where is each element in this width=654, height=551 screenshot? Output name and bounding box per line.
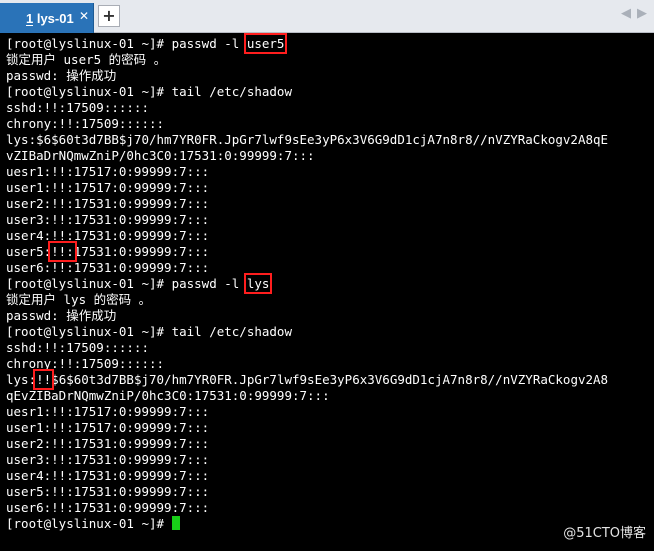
terminal-text: passwd: 操作成功 [6,68,117,83]
terminal-line: chrony:!!:17509:::::: [6,116,650,132]
new-tab-button[interactable]: + [98,5,120,27]
terminal-text-tail: 17531:0:99999:7::: [73,244,210,259]
terminal-text: lys: [6,372,37,387]
terminal-text: user6:!!:17531:0:99999:7::: [6,260,210,275]
terminal-text: vZIBaDrNQmwZniP/0hc3C0:17531:0:99999:7::… [6,148,315,163]
terminal-line: [root@lyslinux-01 ~]# passwd -l lys [6,273,650,294]
terminal-line: user4:!!:17531:0:99999:7::: [6,468,650,484]
terminal-line: sshd:!!:17509:::::: [6,340,650,356]
tab-label-underline [26,25,33,26]
terminal-line: uesr1:!!:17517:0:99999:7::: [6,164,650,180]
terminal-output[interactable]: [root@lyslinux-01 ~]# passwd -l user5 锁定用… [6,33,650,532]
terminal-text: chrony:!!:17509:::::: [6,356,165,371]
terminal-text: qEvZIBaDrNQmwZniP/0hc3C0:17531:0:99999:7… [6,388,330,403]
scroll-tabs-right-icon[interactable]: ▶ [637,6,647,21]
highlight-box: !!: [48,241,77,262]
terminal-text: user2:!!:17531:0:99999:7::: [6,196,210,211]
terminal-line: [root@lyslinux-01 ~]# passwd -l user5 [6,33,650,54]
highlight-box: user5 [243,33,288,54]
terminal-line: passwd: 操作成功 [6,68,650,84]
terminal-text: uesr1:!!:17517:0:99999:7::: [6,164,210,179]
terminal-text: lys:$6$60t3d7BB$j70/hm7YR0FR.JpGr7lwf9sE… [6,132,609,147]
terminal-line: 锁定用户 lys 的密码 。 [6,292,650,308]
terminal-line: [root@lyslinux-01 ~]# tail /etc/shadow [6,84,650,100]
terminal-text: chrony:!!:17509:::::: [6,116,165,131]
tab-bar: 1 lys-01 ✕ + ◀ ▶ [0,0,654,33]
terminal-line: lys:!!$6$60t3d7BB$j70/hm7YR0FR.JpGr7lwf9… [6,369,650,390]
terminal-line: chrony:!!:17509:::::: [6,356,650,372]
watermark: @51CTO博客 [563,526,646,541]
terminal-line: user1:!!:17517:0:99999:7::: [6,180,650,196]
terminal-line: user5:!!:17531:0:99999:7::: [6,241,650,262]
terminal-line: [root@lyslinux-01 ~]# [6,516,650,532]
terminal-text: [root@lyslinux-01 ~]# tail /etc/shadow [6,84,292,99]
terminal-text: user4:!!:17531:0:99999:7::: [6,228,210,243]
close-tab-icon[interactable]: ✕ [79,9,89,23]
terminal-line: sshd:!!:17509:::::: [6,100,650,116]
terminal-text: 锁定用户 lys 的密码 。 [6,292,152,307]
terminal-text: user3:!!:17531:0:99999:7::: [6,452,210,467]
terminal-line: [root@lyslinux-01 ~]# tail /etc/shadow [6,324,650,340]
terminal-text: user5: [6,244,52,259]
terminal-text: sshd:!!:17509:::::: [6,340,149,355]
terminal-text: [root@lyslinux-01 ~]# passwd -l [6,276,247,291]
scroll-tabs-left-icon[interactable]: ◀ [621,6,631,21]
terminal-line: vZIBaDrNQmwZniP/0hc3C0:17531:0:99999:7::… [6,148,650,164]
terminal-text: user6:!!:17531:0:99999:7::: [6,500,210,515]
terminal-line: user3:!!:17531:0:99999:7::: [6,452,650,468]
highlight-box: lys [243,273,273,294]
terminal-text: sshd:!!:17509:::::: [6,100,149,115]
terminal-text: uesr1:!!:17517:0:99999:7::: [6,404,210,419]
terminal-text: user3:!!:17531:0:99999:7::: [6,212,210,227]
terminal-line: qEvZIBaDrNQmwZniP/0hc3C0:17531:0:99999:7… [6,388,650,404]
terminal-line: user5:!!:17531:0:99999:7::: [6,484,650,500]
terminal-text: user1:!!:17517:0:99999:7::: [6,180,210,195]
terminal-text: [root@lyslinux-01 ~]# [6,516,172,531]
tab-label: 1 lys-01 [26,11,74,26]
terminal-line: user6:!!:17531:0:99999:7::: [6,500,650,516]
terminal-text: user1:!!:17517:0:99999:7::: [6,420,210,435]
terminal-line: user6:!!:17531:0:99999:7::: [6,260,650,276]
terminal-line: user4:!!:17531:0:99999:7::: [6,228,650,244]
terminal-line: uesr1:!!:17517:0:99999:7::: [6,404,650,420]
terminal-line: user3:!!:17531:0:99999:7::: [6,212,650,228]
terminal-text: [root@lyslinux-01 ~]# tail /etc/shadow [6,324,292,339]
terminal-line: user1:!!:17517:0:99999:7::: [6,420,650,436]
terminal-text-tail: $6$60t3d7BB$j70/hm7YR0FR.JpGr7lwf9sEe3yP… [51,372,609,387]
tab-lys-01[interactable]: 1 lys-01 ✕ [0,3,94,33]
terminal-line: passwd: 操作成功 [6,308,650,324]
terminal-text: user4:!!:17531:0:99999:7::: [6,468,210,483]
terminal-line: user2:!!:17531:0:99999:7::: [6,436,650,452]
terminal-cursor [171,516,180,530]
terminal-text: 锁定用户 user5 的密码 。 [6,52,167,67]
terminal-text: [root@lyslinux-01 ~]# passwd -l [6,36,247,51]
terminal-text: user5:!!:17531:0:99999:7::: [6,484,210,499]
terminal-line: user2:!!:17531:0:99999:7::: [6,196,650,212]
terminal-line: lys:$6$60t3d7BB$j70/hm7YR0FR.JpGr7lwf9sE… [6,132,650,148]
highlight-box: !! [33,369,55,390]
terminal-text: user2:!!:17531:0:99999:7::: [6,436,210,451]
terminal-text: passwd: 操作成功 [6,308,117,323]
terminal-line: 锁定用户 user5 的密码 。 [6,52,650,68]
